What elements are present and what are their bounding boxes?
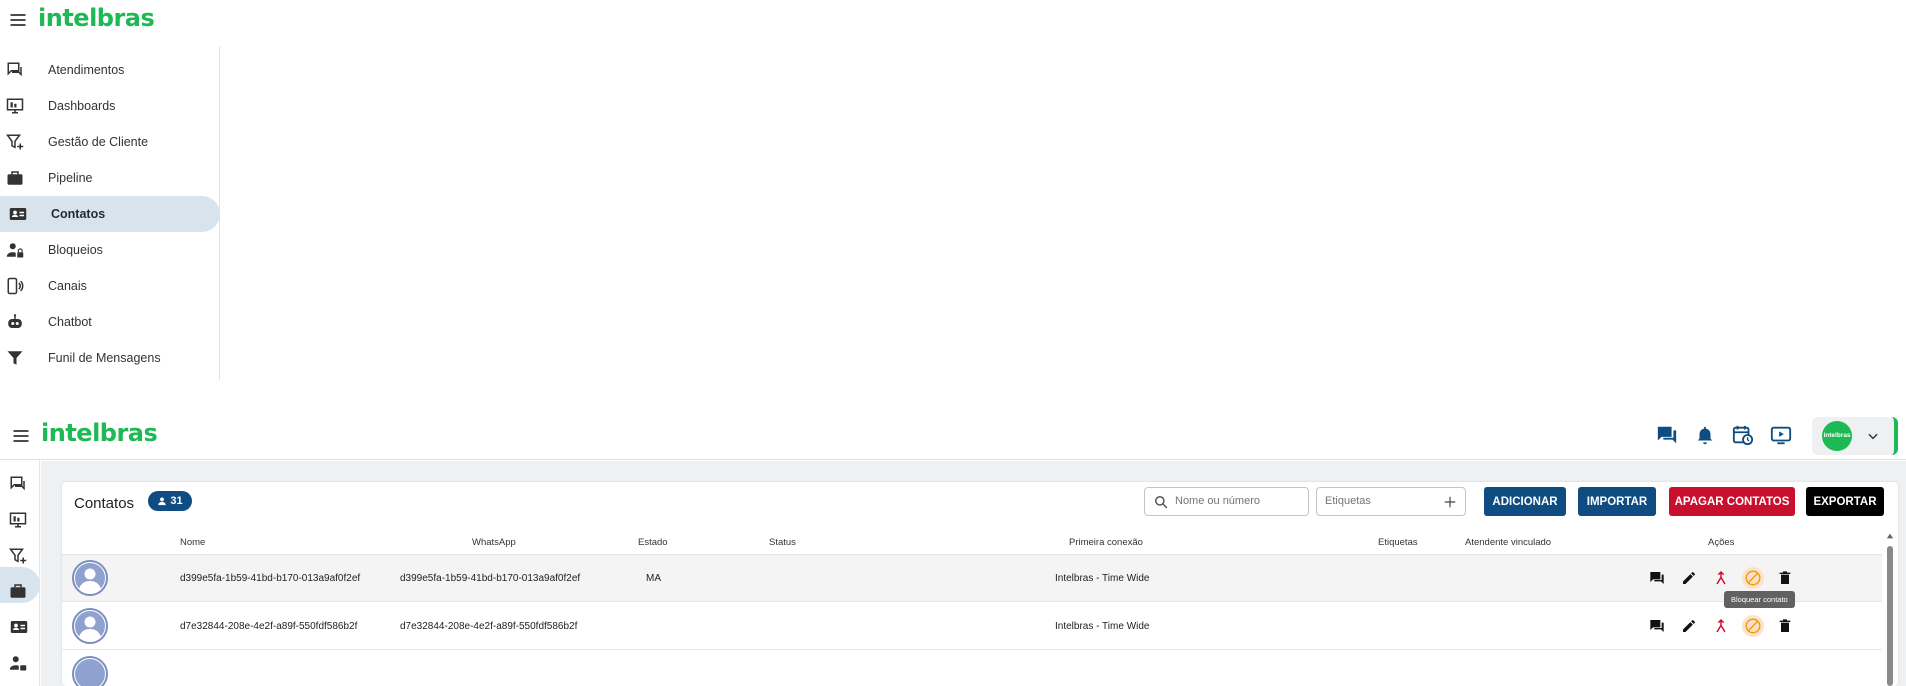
sidebar-item-label: Pipeline xyxy=(48,171,93,185)
user-lock-icon xyxy=(6,241,26,259)
scrollbar-thumb[interactable] xyxy=(1887,546,1893,686)
scroll-up-icon[interactable] xyxy=(1886,532,1894,540)
user-menu[interactable]: intelbras xyxy=(1812,417,1898,455)
table-row[interactable]: d7e32844-208e-4e2f-a89f-550fdf586b2f d7e… xyxy=(62,603,1882,650)
open-chat-icon[interactable] xyxy=(1646,615,1668,637)
sidebar-item-label: Canais xyxy=(48,279,87,293)
sidebar-item-gestao-de-cliente[interactable]: Gestão de Cliente xyxy=(0,124,220,160)
person-icon xyxy=(157,496,167,506)
sidebar-item-label: Contatos xyxy=(51,207,106,221)
filter-add-icon[interactable] xyxy=(9,547,29,565)
tags-input[interactable] xyxy=(1325,495,1435,507)
dashboard-monitor-icon[interactable] xyxy=(9,511,29,529)
column-header-name[interactable]: Nome xyxy=(180,537,205,548)
open-chat-icon[interactable] xyxy=(1646,567,1668,589)
bell-icon[interactable] xyxy=(1694,424,1718,448)
export-contacts-button[interactable]: Exportar xyxy=(1806,487,1884,516)
briefcase-icon[interactable] xyxy=(9,582,29,600)
column-header-actions: Ações xyxy=(1708,537,1735,548)
contact-whatsapp: d7e32844-208e-4e2f-a89f-550fdf586b2f xyxy=(400,621,578,632)
funnel-icon xyxy=(6,349,26,367)
delete-contacts-button[interactable]: Apagar contatos xyxy=(1669,487,1795,516)
search-input[interactable] xyxy=(1175,495,1303,507)
briefcase-icon xyxy=(6,169,26,187)
chat-icon xyxy=(6,61,26,79)
sidebar-item-funil-de-mensagens[interactable]: Funil de Mensagens xyxy=(0,340,220,376)
column-header-whatsapp[interactable]: WhatsApp xyxy=(472,537,516,548)
contact-whatsapp: d399e5fa-1b59-41bd-b170-013a9af0f2ef xyxy=(400,573,581,584)
trash-icon[interactable] xyxy=(1774,615,1796,637)
tooltip: Bloquear contato xyxy=(1724,591,1795,608)
messages-icon[interactable] xyxy=(1656,424,1680,448)
transfer-icon[interactable] xyxy=(1710,567,1732,589)
column-header-tags[interactable]: Etiquetas xyxy=(1378,537,1418,548)
transfer-icon[interactable] xyxy=(1710,615,1732,637)
contacts-page: intelbras intelbras Contatos 31 Nome ou … xyxy=(0,412,1906,686)
block-contact-icon[interactable] xyxy=(1742,615,1764,637)
contact-first-connection: Intelbras - Time Wide xyxy=(1055,573,1150,584)
trash-icon[interactable] xyxy=(1774,567,1796,589)
brand-logo[interactable]: intelbras xyxy=(41,419,158,447)
sidebar-item-pipeline[interactable]: Pipeline xyxy=(0,160,220,196)
contact-name: d399e5fa-1b59-41bd-b170-013a9af0f2ef xyxy=(180,573,361,584)
filter-add-icon xyxy=(6,133,26,151)
sidebar-item-contatos[interactable]: Contatos xyxy=(0,196,220,232)
robot-icon xyxy=(6,313,26,331)
hamburger-menu-icon[interactable] xyxy=(11,426,33,446)
calendar-clock-icon[interactable] xyxy=(1732,424,1756,448)
contact-card-icon xyxy=(8,205,28,223)
tags-filter-field[interactable] xyxy=(1316,487,1466,516)
dashboard-monitor-icon xyxy=(6,97,26,115)
sidebar-item-dashboards[interactable]: Dashboards xyxy=(0,88,220,124)
block-contact-icon[interactable] xyxy=(1742,567,1764,589)
column-header-agent[interactable]: Atendente vinculado xyxy=(1465,537,1551,548)
column-header-first-connection[interactable]: Primeira conexão xyxy=(1069,537,1143,548)
table-row[interactable]: d399e5fa-1b59-41bd-b170-013a9af0f2ef d39… xyxy=(62,555,1882,602)
search-field[interactable] xyxy=(1144,487,1309,516)
contacts-card: Contatos 31 Adicionar Importar Apagar co… xyxy=(62,482,1898,686)
column-header-state[interactable]: Estado xyxy=(638,537,668,548)
avatar xyxy=(72,656,108,686)
sidebar-item-label: Atendimentos xyxy=(48,63,125,77)
sidebar-item-label: Bloqueios xyxy=(48,243,103,257)
sidebar-item-chatbot[interactable]: Chatbot xyxy=(0,304,220,340)
sidebar-item-label: Gestão de Cliente xyxy=(48,135,149,149)
expanded-sidebar-panel: intelbras Atendimentos Dashboards Gestão… xyxy=(0,0,1906,380)
sidebar-item-label: Dashboards xyxy=(48,99,116,113)
add-icon[interactable] xyxy=(1443,495,1457,509)
contacts-count: 31 xyxy=(170,495,183,507)
collapsed-sidebar xyxy=(0,460,40,686)
table-row[interactable] xyxy=(62,651,1882,686)
import-contacts-button[interactable]: Importar xyxy=(1578,487,1656,516)
sidebar-item-atendimentos[interactable]: Atendimentos xyxy=(0,52,220,88)
sidebar-menu: Atendimentos Dashboards Gestão de Client… xyxy=(0,46,220,380)
contact-card-icon[interactable] xyxy=(9,618,29,636)
avatar xyxy=(72,608,108,644)
contact-state: MA xyxy=(646,573,661,584)
avatar: intelbras xyxy=(1822,421,1852,451)
contacts-count-badge: 31 xyxy=(148,491,192,511)
app-bar: intelbras intelbras xyxy=(0,412,1906,460)
sidebar-item-canais[interactable]: Canais xyxy=(0,268,220,304)
chat-icon[interactable] xyxy=(9,475,29,493)
contact-first-connection: Intelbras - Time Wide xyxy=(1055,621,1150,632)
search-icon xyxy=(1154,495,1168,509)
sidebar-item-bloqueios[interactable]: Bloqueios xyxy=(0,232,220,268)
page-title: Contatos xyxy=(74,495,135,512)
phone-channel-icon xyxy=(6,277,26,295)
user-lock-icon[interactable] xyxy=(9,654,29,672)
brand-logo[interactable]: intelbras xyxy=(38,4,155,32)
scrollbar[interactable] xyxy=(1886,532,1894,686)
hamburger-menu-icon[interactable] xyxy=(8,10,30,30)
avatar xyxy=(72,560,108,596)
add-contact-button[interactable]: Adicionar xyxy=(1484,487,1566,516)
edit-icon[interactable] xyxy=(1678,567,1700,589)
sidebar-item-label: Chatbot xyxy=(48,315,92,329)
chevron-down-icon xyxy=(1866,429,1880,443)
video-play-icon[interactable] xyxy=(1770,424,1794,448)
sidebar-item-label: Funil de Mensagens xyxy=(48,351,161,365)
edit-icon[interactable] xyxy=(1678,615,1700,637)
contact-name: d7e32844-208e-4e2f-a89f-550fdf586b2f xyxy=(180,621,358,632)
column-header-status[interactable]: Status xyxy=(769,537,796,548)
